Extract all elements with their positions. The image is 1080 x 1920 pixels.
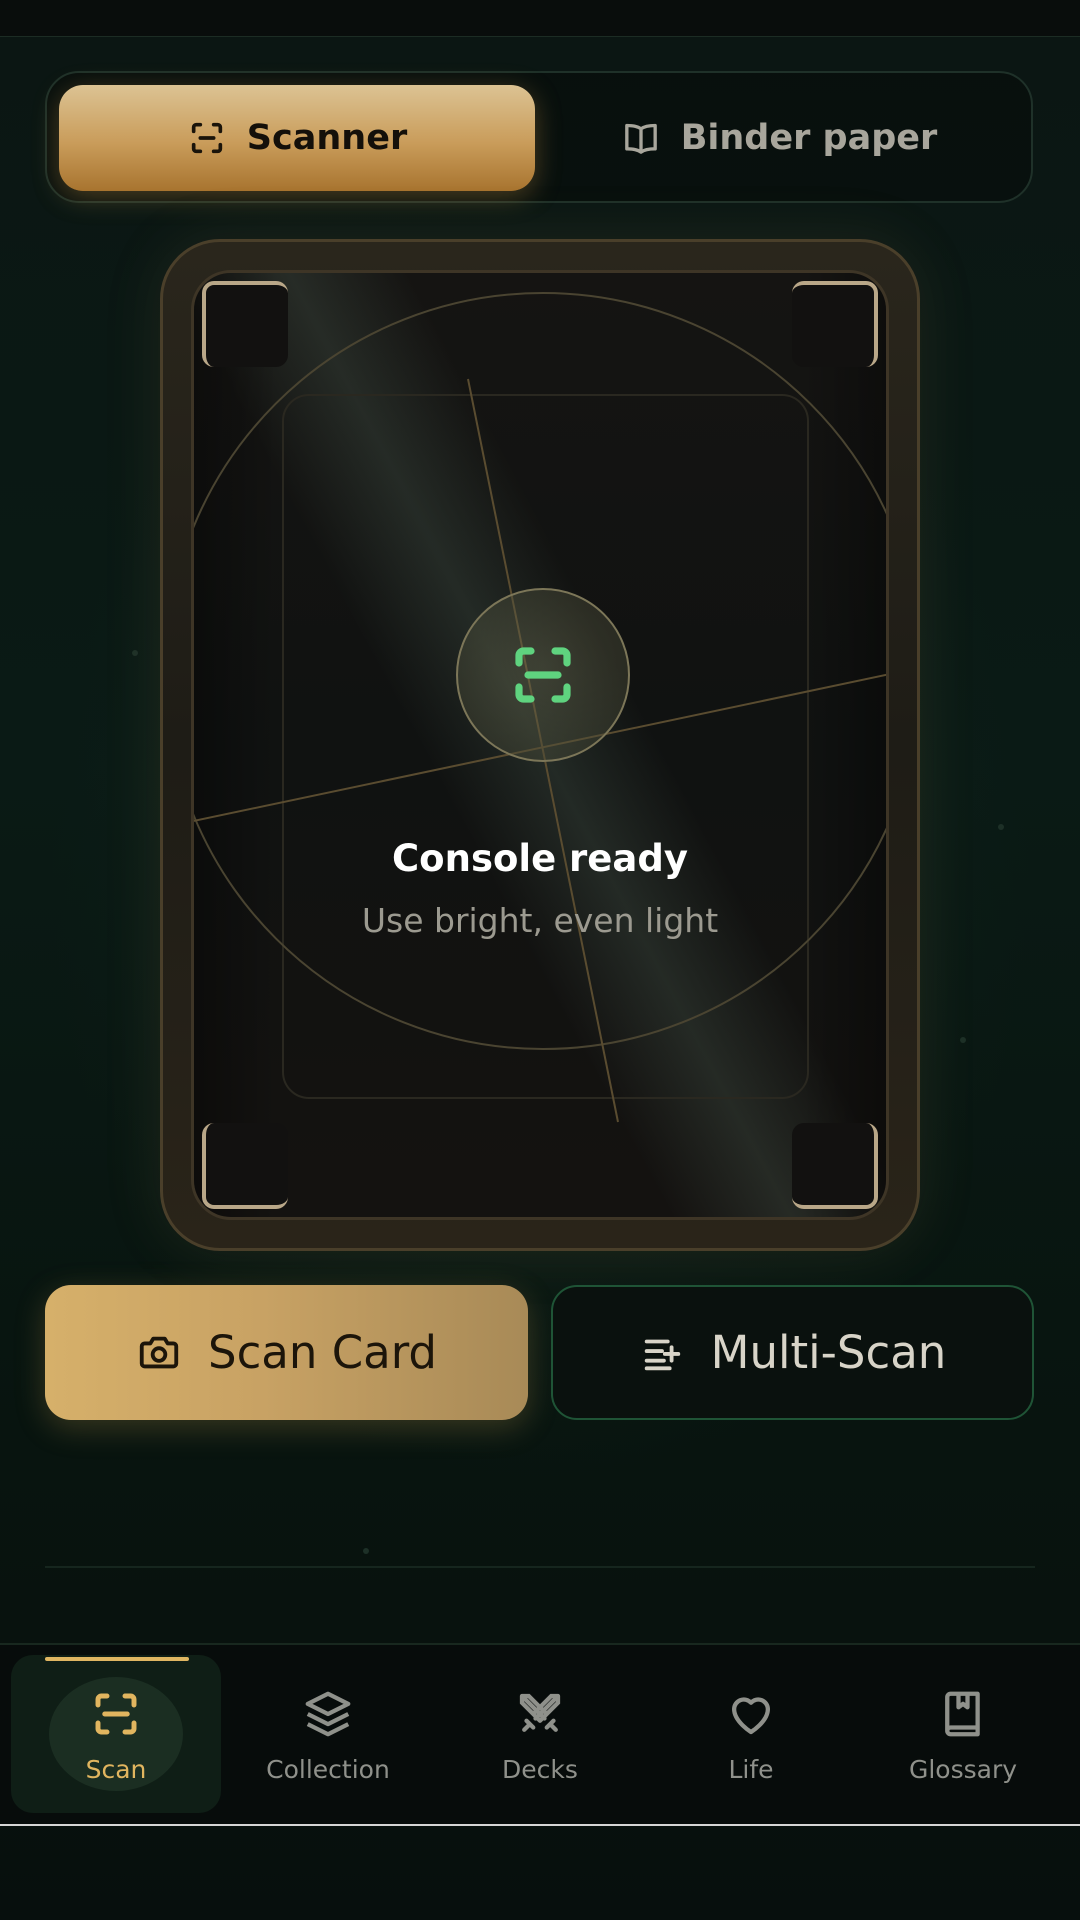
- mode-toggle: Scanner Binder paper: [45, 71, 1033, 203]
- multi-scan-label: Multi-Scan: [710, 1326, 947, 1379]
- ambient-dot: [960, 1037, 966, 1043]
- bookmark-book-icon: [945, 1691, 980, 1737]
- scanner-status-title: Console ready: [392, 837, 688, 880]
- ambient-dot: [998, 824, 1004, 830]
- list-add-icon: [644, 1339, 680, 1370]
- nav-item-collection[interactable]: Collection: [223, 1655, 433, 1813]
- heart-icon: [731, 1697, 771, 1735]
- scan-card-label: Scan Card: [208, 1326, 437, 1379]
- corner-marker: [202, 1123, 288, 1209]
- tab-binder-paper[interactable]: Binder paper: [537, 85, 1021, 191]
- tab-scanner-label: Scanner: [246, 118, 408, 158]
- scan-frame-icon: [95, 1693, 137, 1735]
- corner-marker: [202, 281, 288, 367]
- nav-label: Collection: [266, 1755, 390, 1784]
- ambient-dot: [363, 1548, 369, 1554]
- nav-label: Decks: [502, 1755, 578, 1784]
- active-tab-indicator: [45, 1657, 189, 1661]
- crossed-swords-icon: [519, 1693, 561, 1732]
- scan-frame-icon: [515, 647, 571, 703]
- scan-frame-icon: [191, 122, 222, 154]
- scanner-frame: Console ready Use bright, even light: [160, 239, 920, 1251]
- camera-icon: [139, 1336, 179, 1368]
- nav-label: Life: [728, 1755, 774, 1784]
- scanner-hint: Use bright, even light: [361, 901, 719, 940]
- nav-label: Scan: [85, 1755, 147, 1784]
- nav-item-decks[interactable]: Decks: [435, 1655, 645, 1813]
- camera-viewport[interactable]: Console ready Use bright, even light: [191, 270, 889, 1220]
- nav-item-glossary[interactable]: Glossary: [858, 1655, 1068, 1813]
- nav-item-scan[interactable]: Scan: [11, 1655, 221, 1813]
- scan-status-badge: [456, 588, 630, 762]
- corner-marker: [792, 1123, 878, 1209]
- corner-marker: [792, 281, 878, 367]
- bottom-nav: Scan Collection Decks Life Glossary: [0, 1643, 1080, 1826]
- ambient-dot: [132, 650, 138, 656]
- section-divider: [45, 1566, 1035, 1568]
- scan-card-button[interactable]: Scan Card: [45, 1285, 528, 1420]
- nav-label: Glossary: [908, 1755, 1018, 1784]
- tab-binder-paper-label: Binder paper: [680, 118, 938, 158]
- status-bar: [0, 0, 1080, 37]
- nav-item-life[interactable]: Life: [646, 1655, 856, 1813]
- tab-scanner[interactable]: Scanner: [59, 85, 535, 191]
- multi-scan-button[interactable]: Multi-Scan: [551, 1285, 1034, 1420]
- layers-icon: [305, 1691, 351, 1737]
- open-book-icon: [624, 123, 657, 154]
